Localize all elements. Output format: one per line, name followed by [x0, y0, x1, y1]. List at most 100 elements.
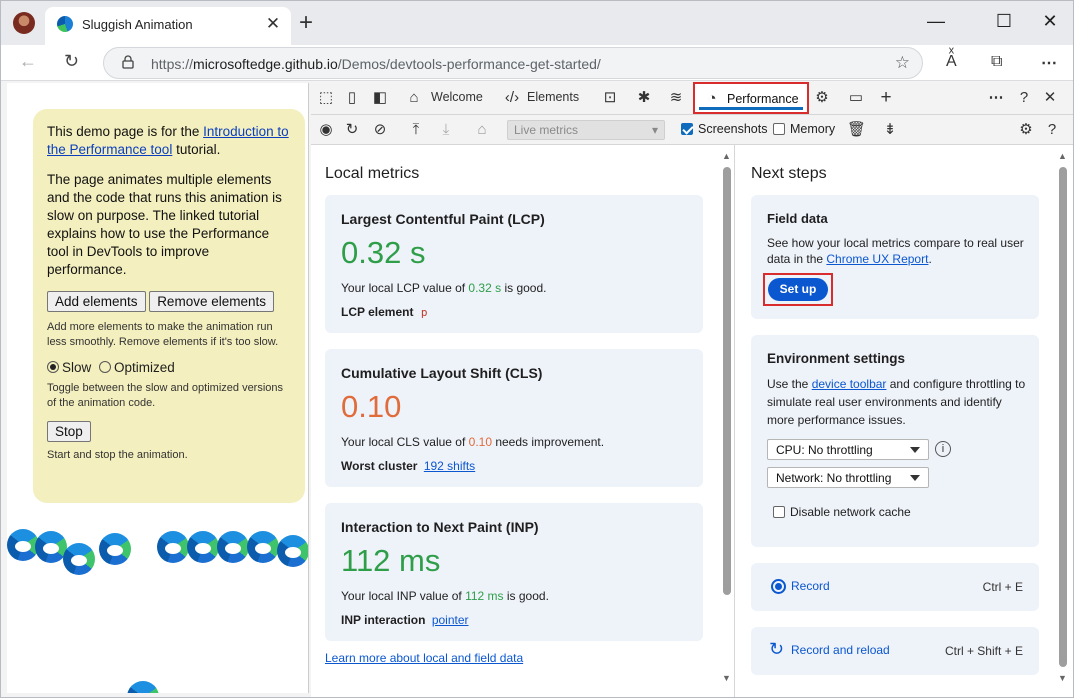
- cpu-throttling-select[interactable]: CPU: No throttling: [767, 439, 929, 460]
- extensions-icon[interactable]: ⧉: [991, 53, 1002, 71]
- demo-info-box: This demo page is for the Introduction t…: [33, 109, 305, 503]
- field-data-title: Field data: [767, 211, 828, 226]
- tab-close-icon[interactable]: ✕: [265, 14, 281, 34]
- help-icon[interactable]: ?: [1015, 89, 1033, 107]
- capture-settings-icon[interactable]: ⇟: [881, 121, 899, 139]
- next-steps-panel: Next steps Field data See how your local…: [735, 145, 1073, 697]
- device-toolbar-link[interactable]: device toolbar: [812, 377, 887, 391]
- animated-logo: [247, 531, 279, 563]
- dock-side-icon[interactable]: ◧: [371, 89, 389, 107]
- device-emulation-icon[interactable]: ▯: [343, 89, 361, 107]
- console-icon[interactable]: ⊡: [601, 89, 619, 107]
- live-metrics-select[interactable]: Live metrics ▾: [507, 120, 665, 140]
- devtools-panel: ⬚ ▯ ◧ ⌂ Welcome ‹/› Elements ⊡ ✱ ≋ ◔ Per…: [311, 81, 1073, 697]
- description-text: The page animates multiple elements and …: [47, 172, 282, 277]
- environment-settings-title: Environment settings: [767, 351, 906, 366]
- optimized-label: Optimized: [114, 360, 175, 375]
- add-elements-button[interactable]: Add elements: [47, 291, 146, 312]
- slow-radio[interactable]: [47, 361, 59, 373]
- close-devtools-icon[interactable]: ✕: [1041, 89, 1059, 107]
- tab-welcome[interactable]: Welcome: [431, 90, 483, 104]
- animated-logo: [277, 535, 308, 567]
- garbage-collect-trash-icon[interactable]: 🗑: [847, 121, 866, 139]
- read-aloud-icon[interactable]: A͏ͯ: [946, 53, 957, 71]
- more-tools-plus-icon[interactable]: +: [877, 88, 895, 107]
- new-tab-icon[interactable]: +: [299, 9, 313, 37]
- address-bar[interactable]: https://microsoftedge.github.io/Demos/de…: [103, 47, 923, 79]
- memory-checkbox[interactable]: [773, 123, 785, 135]
- performance-toolbar: ◉ ↻ ⊘ ⤒ ⤓ ⌂ Live metrics ▾ Screenshots M…: [311, 115, 1073, 145]
- memory-option[interactable]: Memory: [773, 122, 835, 136]
- upload-profile-icon[interactable]: ⤒: [407, 121, 425, 139]
- reload-record-icon[interactable]: ↻: [343, 121, 361, 139]
- back-icon[interactable]: ←: [19, 51, 37, 72]
- network-throttling-select[interactable]: Network: No throttling: [767, 467, 929, 488]
- inp-card: Interaction to Next Paint (INP) 112 ms Y…: [325, 503, 703, 641]
- disable-cache-option[interactable]: Disable network cache: [773, 505, 911, 519]
- right-scroll-down-icon[interactable]: ▼: [1058, 673, 1067, 683]
- refresh-icon[interactable]: ↻: [64, 51, 79, 72]
- browser-tab[interactable]: Sluggish Animation ✕: [45, 7, 291, 45]
- stop-button[interactable]: Stop: [47, 421, 91, 442]
- field-data-card: Field data See how your local metrics co…: [751, 195, 1039, 319]
- welcome-home-icon[interactable]: ⌂: [405, 89, 423, 107]
- home-icon[interactable]: ⌂: [473, 121, 491, 139]
- optimized-radio[interactable]: [99, 361, 112, 373]
- performance-gauge-icon: ◔: [707, 90, 717, 107]
- network-wifi-icon[interactable]: ≋: [667, 89, 685, 107]
- animated-logo: [217, 531, 249, 563]
- help-circle-icon[interactable]: ?: [1043, 121, 1061, 139]
- more-menu-icon[interactable]: ⋯: [1041, 53, 1057, 73]
- record-reload-label: Record and reload: [791, 643, 890, 657]
- learn-more-link[interactable]: Learn more about local and field data: [325, 651, 523, 665]
- application-icon[interactable]: ▭: [847, 89, 865, 107]
- animated-logo: [63, 543, 95, 575]
- settings-gear-icon[interactable]: ⚙: [1017, 121, 1035, 139]
- favorite-star-icon[interactable]: ☆: [895, 53, 910, 73]
- record-card[interactable]: Record Ctrl + E: [751, 563, 1039, 611]
- stop-help: Start and stop the animation.: [47, 449, 188, 461]
- demo-page: This demo page is for the Introduction t…: [7, 83, 309, 693]
- clear-icon[interactable]: ⊘: [371, 121, 389, 139]
- chevron-down-icon: ▾: [651, 123, 658, 137]
- reload-record-circle-icon: ↻: [769, 639, 785, 659]
- title-bar: Sluggish Animation ✕ + — ☐ ✕: [1, 1, 1073, 45]
- remove-elements-button[interactable]: Remove elements: [149, 291, 274, 312]
- lcp-title: Largest Contentful Paint (LCP): [341, 211, 545, 227]
- tab-elements[interactable]: Elements: [527, 90, 579, 104]
- inp-interaction-link[interactable]: pointer: [432, 613, 469, 627]
- elements-code-icon[interactable]: ‹/›: [503, 89, 521, 107]
- lcp-element-value[interactable]: p: [421, 306, 428, 319]
- chrome-ux-report-link[interactable]: Chrome UX Report: [826, 252, 928, 266]
- local-metrics-panel: Local metrics Largest Contentful Paint (…: [311, 145, 735, 697]
- lock-icon: [122, 55, 134, 69]
- inspect-element-icon[interactable]: ⬚: [317, 89, 335, 107]
- screenshots-option[interactable]: Screenshots: [681, 122, 767, 136]
- scroll-up-icon[interactable]: ▲: [722, 151, 731, 161]
- local-metrics-heading: Local metrics: [325, 165, 420, 182]
- close-window-icon[interactable]: ✕: [1027, 11, 1073, 32]
- cls-card: Cumulative Layout Shift (CLS) 0.10 Your …: [325, 349, 703, 487]
- setup-highlight: Set up: [763, 273, 833, 306]
- lcp-note: Your local LCP value of 0.32 s is good.: [341, 281, 547, 295]
- worst-cluster-link[interactable]: 192 shifts: [424, 459, 475, 473]
- right-scroll-up-icon[interactable]: ▲: [1058, 151, 1067, 161]
- record-reload-card[interactable]: ↻ Record and reload Ctrl + Shift + E: [751, 627, 1039, 675]
- left-scrollbar[interactable]: [723, 167, 731, 595]
- tab-performance[interactable]: ◔ Performance: [693, 82, 809, 114]
- disable-cache-checkbox[interactable]: [773, 506, 785, 518]
- maximize-icon[interactable]: ☐: [981, 11, 1027, 32]
- inp-value: 112 ms: [341, 543, 441, 578]
- download-profile-icon[interactable]: ⤓: [437, 121, 455, 139]
- record-icon[interactable]: ◉: [317, 121, 335, 139]
- minimize-icon[interactable]: —: [913, 11, 959, 32]
- screenshots-checkbox[interactable]: [681, 123, 693, 135]
- sources-bug-icon[interactable]: ✱: [635, 89, 653, 107]
- info-icon[interactable]: i: [935, 441, 951, 457]
- profile-avatar[interactable]: [13, 12, 35, 34]
- scroll-down-icon[interactable]: ▼: [722, 673, 731, 683]
- set-up-button[interactable]: Set up: [768, 278, 828, 301]
- memory-chip-icon[interactable]: ⚙: [813, 89, 831, 107]
- right-scrollbar[interactable]: [1059, 167, 1067, 667]
- customize-menu-icon[interactable]: ⋯: [987, 89, 1005, 107]
